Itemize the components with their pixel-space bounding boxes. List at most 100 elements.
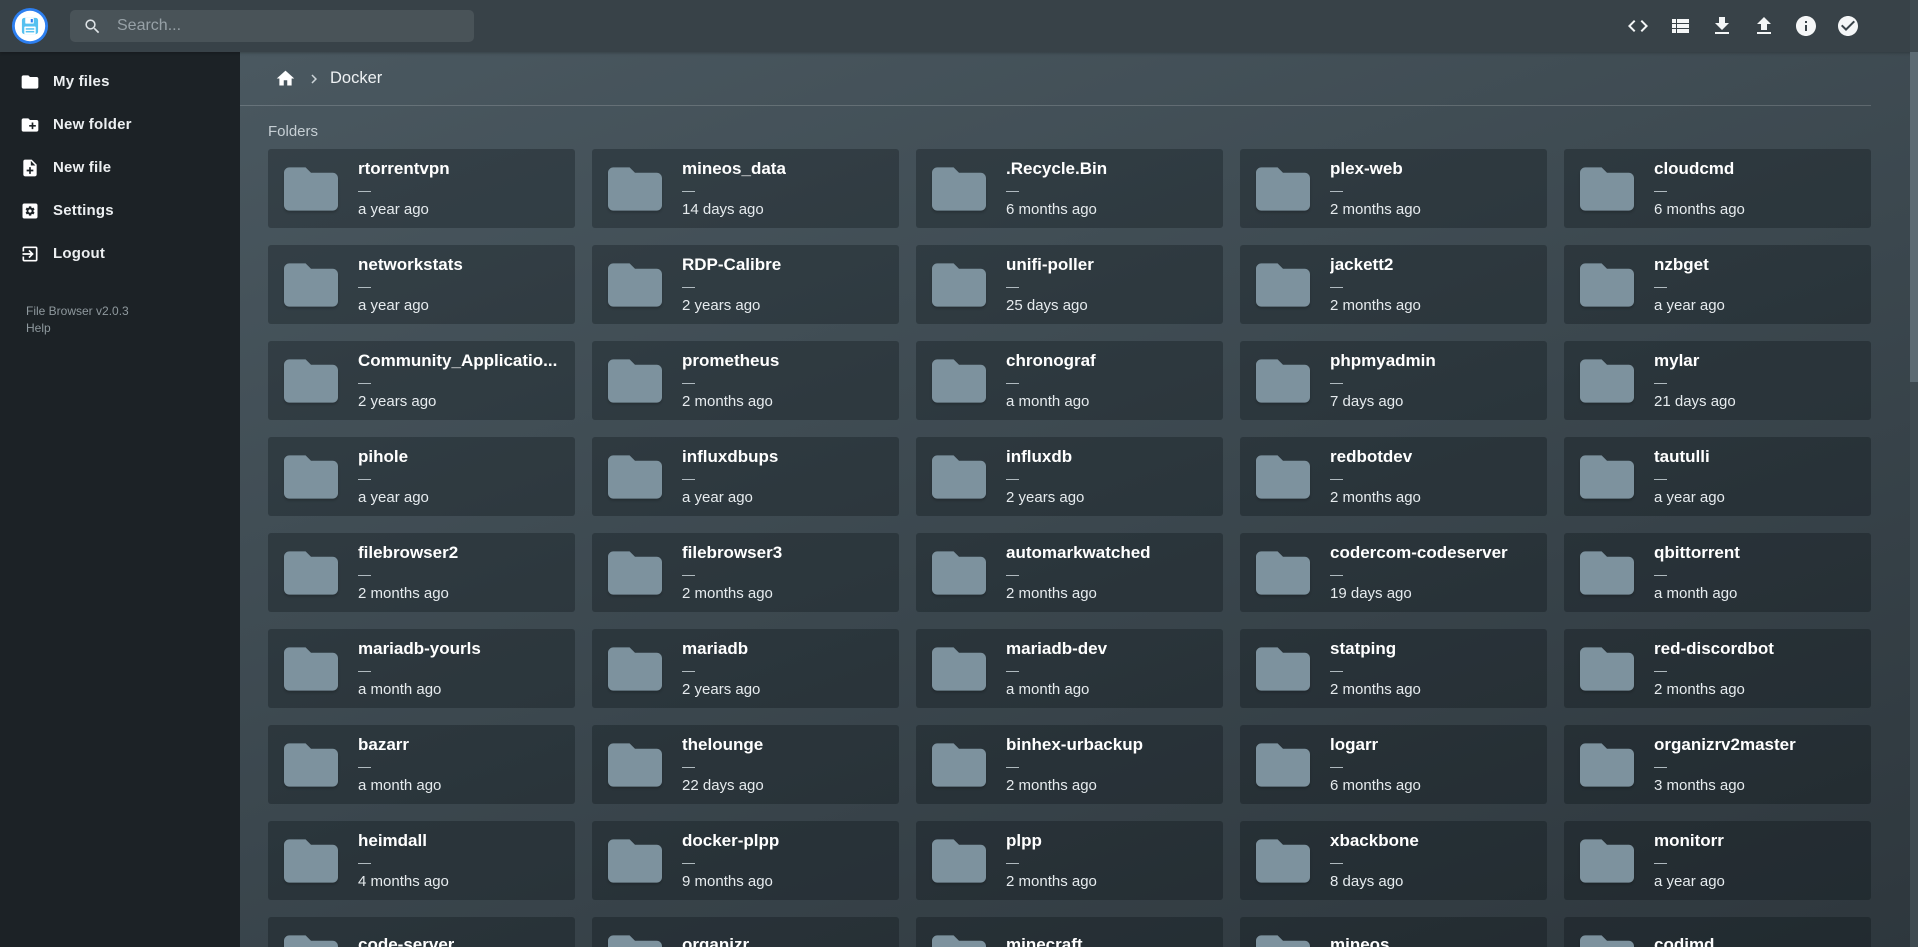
- folder-card[interactable]: mineos —: [1240, 917, 1547, 947]
- folder-card[interactable]: networkstats — a year ago: [268, 245, 575, 324]
- folder-name: phpmyadmin: [1330, 351, 1436, 370]
- folder-name: nzbget: [1654, 255, 1725, 274]
- folder-modified: 2 years ago: [682, 298, 781, 314]
- folder-meta: codercom-codeserver — 19 days ago: [1330, 543, 1508, 602]
- folder-card[interactable]: pihole — a year ago: [268, 437, 575, 516]
- folder-size-placeholder: —: [1330, 664, 1421, 677]
- folder-card[interactable]: prometheus — 2 months ago: [592, 341, 899, 420]
- sidebar-item-settings[interactable]: Settings: [0, 189, 240, 232]
- folder-card[interactable]: filebrowser3 — 2 months ago: [592, 533, 899, 612]
- search-input[interactable]: [115, 16, 461, 36]
- sidebar-item-new-file[interactable]: New file: [0, 146, 240, 189]
- folder-name: minecraft: [1006, 935, 1083, 947]
- folder-card[interactable]: phpmyadmin — 7 days ago: [1240, 341, 1547, 420]
- search-bar[interactable]: [70, 10, 474, 42]
- folder-name: statping: [1330, 639, 1421, 658]
- folder-card[interactable]: qbittorrent — a month ago: [1564, 533, 1871, 612]
- folder-name: influxdbups: [682, 447, 778, 466]
- folder-card[interactable]: minecraft —: [916, 917, 1223, 947]
- folder-card[interactable]: red-discordbot — 2 months ago: [1564, 629, 1871, 708]
- folder-name: mariadb-yourls: [358, 639, 481, 658]
- sidebar-item-label: New file: [53, 159, 111, 176]
- folder-name: mineos: [1330, 935, 1390, 947]
- info-button[interactable]: [1794, 14, 1818, 38]
- folder-card[interactable]: mylar — 21 days ago: [1564, 341, 1871, 420]
- folder-card[interactable]: unifi-poller — 25 days ago: [916, 245, 1223, 324]
- sidebar-item-my-files[interactable]: My files: [0, 60, 240, 103]
- folder-card[interactable]: logarr — 6 months ago: [1240, 725, 1547, 804]
- folder-meta: docker-plpp — 9 months ago: [682, 831, 779, 890]
- folder-size-placeholder: —: [1654, 760, 1796, 773]
- folder-meta: mylar — 21 days ago: [1654, 351, 1736, 410]
- folder-card[interactable]: code-server —: [268, 917, 575, 947]
- folder-card[interactable]: redbotdev — 2 months ago: [1240, 437, 1547, 516]
- page-scrollbar[interactable]: [1910, 0, 1918, 947]
- list-view-button[interactable]: [1668, 14, 1692, 38]
- folder-size-placeholder: —: [1330, 472, 1421, 485]
- upload-button[interactable]: [1752, 14, 1776, 38]
- folder-icon: [284, 647, 338, 691]
- folder-name: cloudcmd: [1654, 159, 1745, 178]
- folder-card[interactable]: jackett2 — 2 months ago: [1240, 245, 1547, 324]
- folder-card[interactable]: influxdb — 2 years ago: [916, 437, 1223, 516]
- folder-card[interactable]: mariadb-dev — a month ago: [916, 629, 1223, 708]
- folder-card[interactable]: docker-plpp — 9 months ago: [592, 821, 899, 900]
- folder-card[interactable]: codercom-codeserver — 19 days ago: [1240, 533, 1547, 612]
- folder-size-placeholder: —: [358, 280, 463, 293]
- sidebar-item-logout[interactable]: Logout: [0, 232, 240, 275]
- folder-card[interactable]: filebrowser2 — 2 months ago: [268, 533, 575, 612]
- folder-card[interactable]: tautulli — a year ago: [1564, 437, 1871, 516]
- folder-icon: [932, 359, 986, 403]
- code-icon: [1626, 14, 1650, 38]
- folder-card[interactable]: cloudcmd — 6 months ago: [1564, 149, 1871, 228]
- folder-name: chronograf: [1006, 351, 1096, 370]
- folder-card[interactable]: influxdbups — a year ago: [592, 437, 899, 516]
- folder-card[interactable]: monitorr — a year ago: [1564, 821, 1871, 900]
- folder-size-placeholder: —: [1330, 568, 1508, 581]
- download-button[interactable]: [1710, 14, 1734, 38]
- folder-card[interactable]: plex-web — 2 months ago: [1240, 149, 1547, 228]
- folder-card[interactable]: plpp — 2 months ago: [916, 821, 1223, 900]
- folder-modified: 2 months ago: [1006, 778, 1143, 794]
- folder-icon: [1580, 743, 1634, 787]
- folder-card[interactable]: mineos_data — 14 days ago: [592, 149, 899, 228]
- folder-card[interactable]: codimd —: [1564, 917, 1871, 947]
- code-button[interactable]: [1626, 14, 1650, 38]
- folder-icon: [932, 263, 986, 307]
- folder-modified: 14 days ago: [682, 202, 786, 218]
- folder-name: heimdall: [358, 831, 449, 850]
- folder-card[interactable]: statping — 2 months ago: [1240, 629, 1547, 708]
- folder-card[interactable]: mariadb — 2 years ago: [592, 629, 899, 708]
- folder-name: monitorr: [1654, 831, 1725, 850]
- folder-icon: [608, 167, 662, 211]
- folder-meta: influxdbups — a year ago: [682, 447, 778, 506]
- folder-modified: 19 days ago: [1330, 586, 1508, 602]
- folder-card[interactable]: chronograf — a month ago: [916, 341, 1223, 420]
- folder-size-placeholder: —: [682, 760, 764, 773]
- folder-card[interactable]: rtorrentvpn — a year ago: [268, 149, 575, 228]
- folder-card[interactable]: organizrv2master — 3 months ago: [1564, 725, 1871, 804]
- folder-icon: [608, 263, 662, 307]
- help-link[interactable]: Help: [26, 320, 240, 337]
- folder-card[interactable]: thelounge — 22 days ago: [592, 725, 899, 804]
- sidebar-nav: My files New folder New file Settings Lo…: [0, 52, 240, 275]
- scrollbar-thumb[interactable]: [1910, 52, 1918, 382]
- breadcrumb-current-folder[interactable]: Docker: [330, 69, 382, 88]
- sidebar-item-new-folder[interactable]: New folder: [0, 103, 240, 146]
- folder-card[interactable]: automarkwatched — 2 months ago: [916, 533, 1223, 612]
- folder-card[interactable]: xbackbone — 8 days ago: [1240, 821, 1547, 900]
- folder-card[interactable]: heimdall — 4 months ago: [268, 821, 575, 900]
- folder-icon: [1580, 263, 1634, 307]
- folder-card[interactable]: Community_Applicatio... — 2 years ago: [268, 341, 575, 420]
- select-multiple-button[interactable]: [1836, 14, 1860, 38]
- folder-card[interactable]: nzbget — a year ago: [1564, 245, 1871, 324]
- home-icon[interactable]: [275, 68, 296, 89]
- folder-name: rtorrentvpn: [358, 159, 450, 178]
- folder-card[interactable]: organizr —: [592, 917, 899, 947]
- folder-card[interactable]: .Recycle.Bin — 6 months ago: [916, 149, 1223, 228]
- folder-card[interactable]: bazarr — a month ago: [268, 725, 575, 804]
- folder-card[interactable]: binhex-urbackup — 2 months ago: [916, 725, 1223, 804]
- folder-icon: [932, 647, 986, 691]
- folder-card[interactable]: RDP-Calibre — 2 years ago: [592, 245, 899, 324]
- folder-card[interactable]: mariadb-yourls — a month ago: [268, 629, 575, 708]
